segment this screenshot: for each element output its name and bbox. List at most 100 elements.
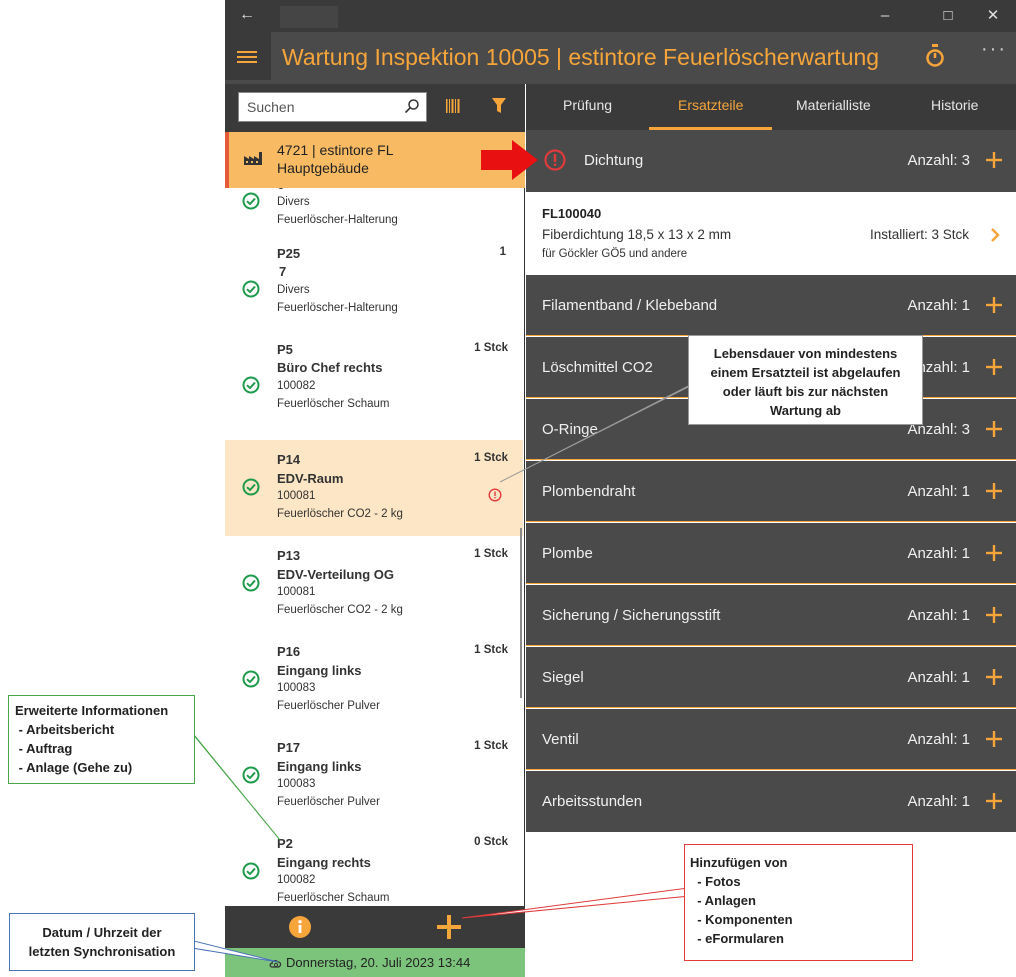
item-quantity: 1 Stck: [474, 452, 508, 464]
add-part-icon[interactable]: [986, 731, 1002, 747]
tab-bar: Prüfung Ersatzteile Materialliste Histor…: [526, 84, 1016, 130]
part-name: O-Ringe: [542, 421, 598, 438]
part-row[interactable]: Sicherung / Sicherungsstift Anzahl: 1: [526, 585, 1016, 646]
item-name: EDV-Verteilung OG: [277, 567, 395, 582]
item-quantity: 1 Stck: [474, 548, 508, 560]
more-options-icon[interactable]: ···: [981, 38, 1007, 61]
callout-line: oder läuft bis zur nächsten: [722, 384, 889, 399]
part-count: Anzahl: 1: [907, 731, 970, 748]
item-code: 100082: [277, 874, 316, 886]
add-part-icon[interactable]: [986, 669, 1002, 685]
list-item[interactable]: 6 Divers Feuerlöscher-Halterung: [225, 188, 523, 228]
add-part-icon[interactable]: [986, 607, 1002, 623]
tab-ersatzteile[interactable]: Ersatzteile: [678, 97, 743, 113]
item-type: Feuerlöscher CO2 - 2 kg: [277, 604, 403, 616]
app-header: Wartung Inspektion 10005 | estintore Feu…: [225, 32, 1016, 84]
callout-line: letzten Synchronisation: [28, 944, 176, 959]
add-part-icon[interactable]: [986, 483, 1002, 499]
part-row[interactable]: Filamentband / Klebeband Anzahl: 1: [526, 275, 1016, 336]
callout-line: - Fotos: [690, 874, 741, 889]
callout-line: - Anlagen: [690, 893, 756, 908]
part-detail-row[interactable]: FL100040 Fiberdichtung 18,5 x 13 x 2 mm …: [526, 192, 1016, 275]
add-part-icon[interactable]: [986, 152, 1002, 168]
part-name: Arbeitsstunden: [542, 793, 643, 810]
search-input[interactable]: [247, 99, 397, 115]
warning-icon: [488, 488, 502, 502]
search-box[interactable]: [238, 92, 427, 122]
part-installed-count: Installiert: 3 Stck: [869, 227, 969, 242]
callout-line: - Auftrag: [15, 741, 73, 756]
search-icon[interactable]: [404, 98, 420, 114]
part-name: Filamentband / Klebeband: [542, 297, 718, 314]
item-type: Feuerlöscher Schaum: [277, 892, 390, 904]
part-row[interactable]: Plombendraht Anzahl: 1: [526, 461, 1016, 522]
list-item[interactable]: P2 Eingang rechts 100082 Feuerlöscher Sc…: [225, 824, 523, 906]
callout-line: Hinzufügen von: [690, 855, 788, 870]
sync-status-bar: Donnerstag, 20. Juli 2023 13:44: [225, 948, 525, 977]
check-circle-icon: [242, 574, 260, 592]
item-quantity: 1 Stck: [474, 740, 508, 752]
selected-plant-location: Hauptgebäude: [277, 160, 369, 176]
tab-historie[interactable]: Historie: [931, 97, 978, 113]
tab-materialliste[interactable]: Materialliste: [796, 97, 871, 113]
part-count: Anzahl: 1: [907, 607, 970, 624]
add-part-icon[interactable]: [986, 297, 1002, 313]
item-type: Feuerlöscher CO2 - 2 kg: [277, 508, 403, 520]
part-detail-description: Fiberdichtung 18,5 x 13 x 2 mm: [542, 227, 732, 242]
add-part-icon[interactable]: [986, 545, 1002, 561]
screenshot-root: ← – □ ✕ Wartung Inspektion 10005 | estin…: [0, 0, 1016, 977]
part-row[interactable]: Dichtung Anzahl: 3: [526, 130, 1016, 192]
add-plus-icon[interactable]: [436, 914, 462, 940]
item-type: Feuerlöscher Pulver: [277, 796, 380, 808]
callout-add: Hinzufügen von - Fotos - Anlagen - Kompo…: [684, 844, 913, 961]
item-type: Feuerlöscher-Halterung: [277, 302, 398, 314]
part-row[interactable]: Siegel Anzahl: 1: [526, 647, 1016, 708]
check-circle-icon: [242, 766, 260, 784]
maximize-icon[interactable]: □: [936, 5, 960, 27]
list-scrollbar[interactable]: [520, 528, 522, 698]
part-detail-note: für Göckler GÖ5 und andere: [542, 248, 688, 260]
callout-line: Erweiterte Informationen: [15, 703, 169, 718]
part-count: Anzahl: 1: [907, 793, 970, 810]
part-row[interactable]: Arbeitsstunden Anzahl: 1: [526, 771, 1016, 832]
list-item[interactable]: P17 Eingang links 100083 Feuerlöscher Pu…: [225, 728, 523, 824]
part-count: Anzahl: 1: [907, 669, 970, 686]
list-item[interactable]: P5 Büro Chef rechts 100082 Feuerlöscher …: [225, 340, 523, 436]
part-row[interactable]: Ventil Anzahl: 1: [526, 709, 1016, 770]
item-type: Feuerlöscher Schaum: [277, 398, 390, 410]
list-item-highlighted[interactable]: P14 EDV-Raum 100081 Feuerlöscher CO2 - 2…: [225, 440, 523, 536]
add-part-icon[interactable]: [986, 793, 1002, 809]
barcode-scan-icon[interactable]: [445, 98, 461, 114]
item-name: 7: [279, 264, 287, 279]
hamburger-menu-icon[interactable]: [225, 32, 271, 80]
item-code: 100083: [277, 682, 316, 694]
back-arrow-icon[interactable]: ←: [239, 6, 255, 24]
add-part-icon[interactable]: [986, 359, 1002, 375]
search-toolbar: [225, 84, 525, 132]
item-code: 100082: [277, 380, 316, 392]
item-number: P17: [277, 740, 301, 755]
list-item[interactable]: P13 EDV-Verteilung OG 100081 Feuerlösche…: [225, 536, 523, 632]
add-part-icon[interactable]: [986, 421, 1002, 437]
callout-line: - Anlage (Gehe zu): [15, 760, 133, 775]
plant-list-pane: 4721 | estintore FL Hauptgebäude 6 Diver…: [225, 84, 525, 977]
close-icon[interactable]: ✕: [981, 5, 1005, 27]
part-row[interactable]: Plombe Anzahl: 1: [526, 523, 1016, 584]
item-number: P2: [277, 836, 293, 851]
stopwatch-icon[interactable]: [925, 44, 945, 68]
part-count: Anzahl: 1: [907, 545, 970, 562]
selected-plant-header[interactable]: 4721 | estintore FL Hauptgebäude: [225, 132, 525, 188]
item-type: Feuerlöscher Pulver: [277, 700, 380, 712]
minimize-icon[interactable]: –: [873, 5, 897, 27]
filter-icon[interactable]: [491, 97, 507, 115]
item-quantity: 1 Stck: [474, 342, 508, 354]
callout-extended-info: Erweiterte Informationen - Arbeitsberich…: [8, 695, 195, 784]
info-icon[interactable]: [288, 915, 312, 939]
tab-pruefung[interactable]: Prüfung: [563, 97, 612, 113]
item-number: P13: [277, 548, 301, 563]
list-item[interactable]: P25 7 Divers Feuerlöscher-Halterung 1: [225, 244, 523, 340]
item-quantity: 1 Stck: [474, 644, 508, 656]
item-name: Büro Chef rechts: [277, 360, 383, 375]
list-item[interactable]: P16 Eingang links 100083 Feuerlöscher Pu…: [225, 632, 523, 728]
chevron-right-icon[interactable]: [990, 227, 1000, 243]
